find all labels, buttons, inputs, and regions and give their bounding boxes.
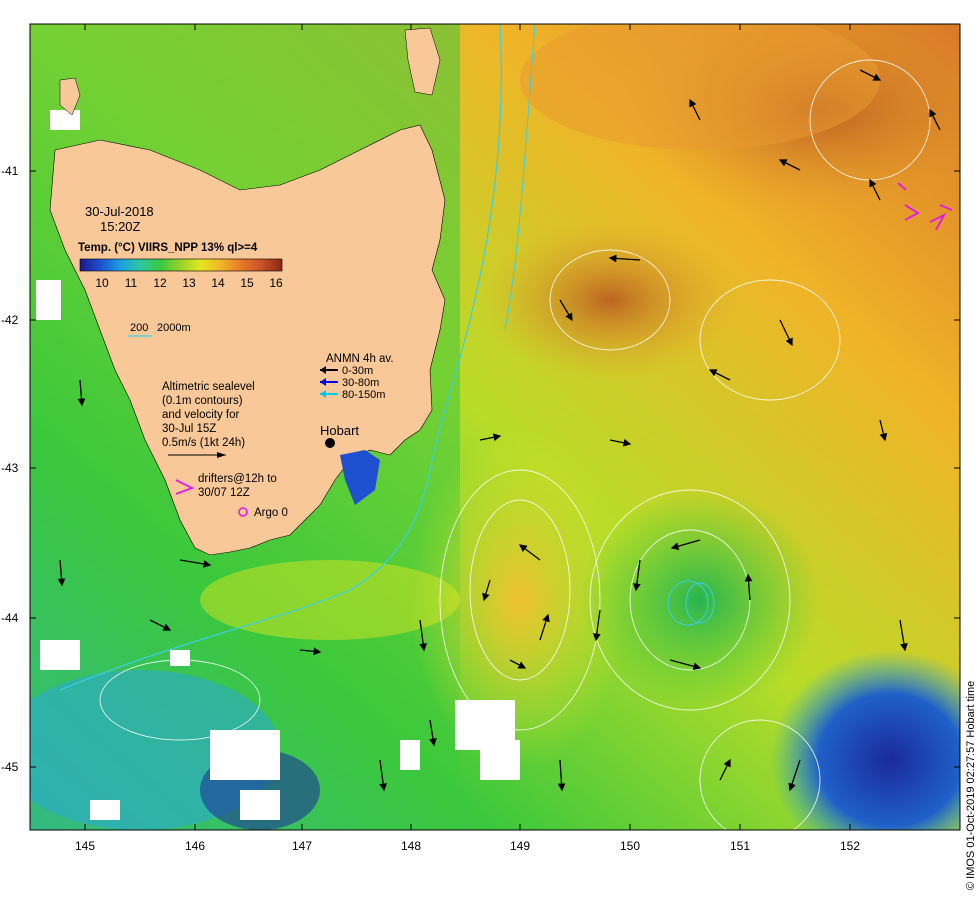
sst-map: -41 -42 -43 -44 -45 145 146 147 148 149 …: [1, 23, 977, 890]
lat-label: -43: [1, 461, 19, 475]
anmn-depth-label: 0-30m: [342, 365, 373, 377]
colorbar-tick: 14: [211, 276, 225, 290]
sst-field: [30, 24, 960, 830]
colorbar-tick: 12: [153, 276, 167, 290]
date-label: 30-Jul-2018: [85, 204, 154, 219]
lat-label: -44: [1, 611, 19, 625]
colorbar-tick: 13: [182, 276, 196, 290]
sst-colorbar: [79, 258, 283, 272]
colorbar-tick: 10: [95, 276, 109, 290]
lon-label: 151: [730, 839, 750, 853]
altimetry-line: and velocity for: [162, 409, 240, 421]
colorbar-tick: 11: [125, 276, 138, 290]
time-label: 15:20Z: [100, 219, 141, 234]
isobath-200-label: 200: [130, 322, 148, 334]
altimetry-line: 0.5m/s (1kt 24h): [162, 437, 245, 449]
lon-label: 145: [75, 839, 95, 853]
lon-label: 149: [510, 839, 530, 853]
lon-label: 146: [185, 839, 205, 853]
sst-legend-title: Temp. (°C) VIIRS_NPP 13% ql>=4: [78, 242, 258, 254]
colorbar-tick: 15: [240, 276, 254, 290]
credit-text: © IMOS 01-Oct-2019 02:27:57 Hobart time: [965, 681, 977, 890]
altimetry-line: Altimetric sealevel: [162, 381, 255, 393]
lon-label: 148: [401, 839, 421, 853]
colorbar-tick: 16: [269, 276, 283, 290]
city-label: Hobart: [320, 423, 359, 438]
lat-label: -41: [1, 164, 19, 178]
hobart-marker: [325, 438, 335, 448]
anmn-depth-label: 80-150m: [342, 389, 385, 401]
lat-label: -45: [1, 760, 19, 774]
argo-label: Argo 0: [254, 507, 288, 519]
lon-label: 147: [292, 839, 312, 853]
anmn-depth-label: 30-80m: [342, 377, 379, 389]
lon-label: 150: [620, 839, 640, 853]
lat-label: -42: [1, 313, 19, 327]
anmn-legend-title: ANMN 4h av.: [326, 353, 394, 365]
isobath-2000-label: 2000m: [157, 322, 191, 334]
altimetry-line: (0.1m contours): [162, 395, 243, 407]
drifters-line: 30/07 12Z: [198, 487, 250, 499]
drifters-line: drifters@12h to: [198, 473, 277, 485]
altimetry-line: 30-Jul 15Z: [162, 423, 216, 435]
lon-label: 152: [840, 839, 860, 853]
